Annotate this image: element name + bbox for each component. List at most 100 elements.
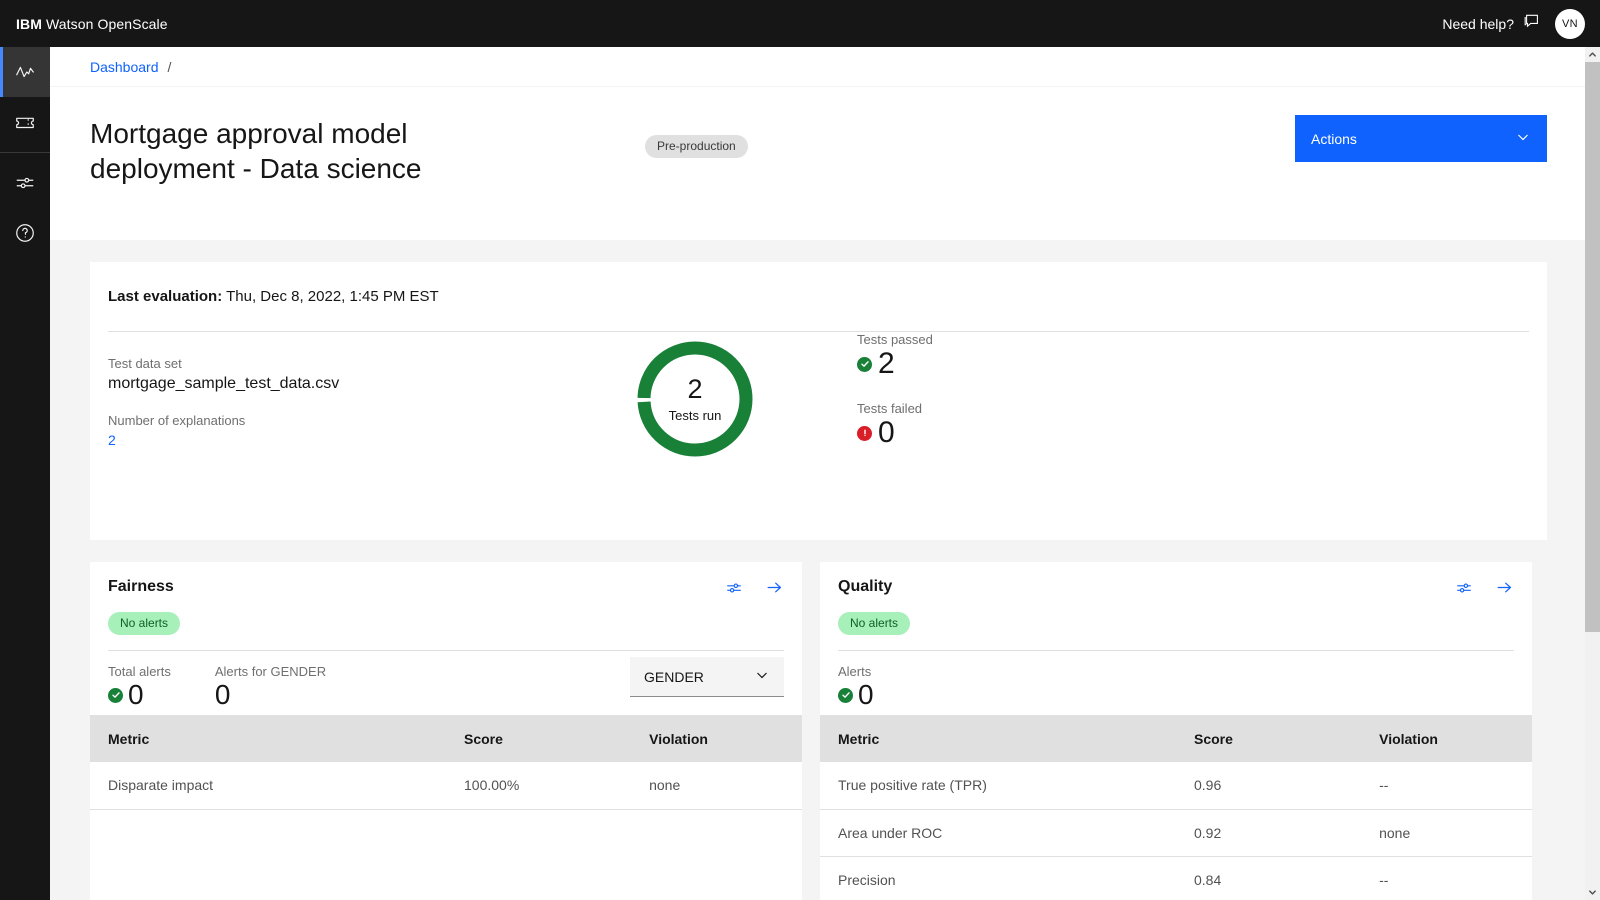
summary-body: Test data set mortgage_sample_test_data.… xyxy=(90,332,1547,470)
quality-stats: Alerts 0 xyxy=(820,651,1532,715)
scroll-up-button[interactable] xyxy=(1585,47,1600,62)
fairness-attribute-alerts-value: 0 xyxy=(214,679,231,710)
user-avatar[interactable]: VN xyxy=(1555,8,1585,39)
test-data-set-label: Test data set xyxy=(108,356,182,371)
tests-passed-label: Tests passed xyxy=(857,332,933,347)
sliders-icon xyxy=(725,579,743,600)
fairness-open-button[interactable] xyxy=(765,578,784,600)
tests-passed-value: 2 xyxy=(878,347,895,380)
sidebar-item-monitoring[interactable] xyxy=(0,47,50,97)
brand-ibm: IBM xyxy=(16,15,42,32)
page-title-bar: Mortgage approval model deployment - Dat… xyxy=(50,87,1585,240)
fairness-total-alerts: Total alerts 0 xyxy=(108,664,171,709)
tests-run-donut: 2 Tests run xyxy=(636,340,754,458)
scroll-down-button[interactable] xyxy=(1585,885,1600,900)
actions-button[interactable]: Actions xyxy=(1295,115,1547,162)
table-row[interactable]: True positive rate (TPR) 0.96 -- xyxy=(820,762,1532,810)
quality-card-title: Quality xyxy=(838,578,893,595)
fairness-attribute-select[interactable]: GENDER xyxy=(630,657,784,697)
tests-run-caption: Tests run xyxy=(668,407,722,423)
arrow-right-icon xyxy=(1495,578,1514,600)
cell-violation: -- xyxy=(1361,762,1532,810)
sliders-icon xyxy=(14,172,36,194)
breadcrumb-dashboard-link[interactable]: Dashboard xyxy=(90,59,159,75)
evaluation-summary-card: Last evaluation: Thu, Dec 8, 2022, 1:45 … xyxy=(90,262,1547,540)
arrow-right-icon xyxy=(765,578,784,600)
last-evaluation: Last evaluation: Thu, Dec 8, 2022, 1:45 … xyxy=(90,288,1547,305)
chevron-down-icon xyxy=(1515,129,1531,148)
quality-alerts-value: 0 xyxy=(858,679,874,710)
quality-card: Quality No alerts Alerts 0 Metric Score … xyxy=(820,562,1532,900)
quality-alert-pill: No alerts xyxy=(838,612,911,635)
fairness-attribute-alerts: Alerts for GENDER 0 xyxy=(215,664,326,709)
tests-failed-row: 0 xyxy=(857,418,933,448)
cell-metric: Area under ROC xyxy=(820,809,1176,857)
need-help-label: Need help? xyxy=(1442,15,1514,32)
avatar-initials: VN xyxy=(1562,17,1578,30)
sidebar-item-configuration[interactable] xyxy=(0,158,50,208)
scrollbar-thumb[interactable] xyxy=(1585,62,1600,632)
need-help-button[interactable]: Need help? xyxy=(1442,13,1541,34)
question-circle-icon xyxy=(14,222,36,244)
fairness-col-metric: Metric xyxy=(90,715,446,762)
fairness-stats: Total alerts 0 Alerts for GENDER 0 GENDE… xyxy=(90,651,802,715)
quality-card-actions xyxy=(1455,578,1514,600)
donut-center-text: 2 Tests run xyxy=(636,340,754,458)
fairness-total-alerts-row: 0 xyxy=(108,681,171,709)
fairness-col-violation: Violation xyxy=(631,715,802,762)
fairness-table: Metric Score Violation Disparate impact … xyxy=(90,715,802,810)
fairness-card-header: Fairness xyxy=(90,562,802,600)
quality-table-body: True positive rate (TPR) 0.96 -- Area un… xyxy=(820,762,1532,900)
quality-table-head: Metric Score Violation xyxy=(820,715,1532,762)
quality-header-row: Metric Score Violation xyxy=(820,715,1532,762)
table-row[interactable]: Disparate impact 100.00% none xyxy=(90,762,802,810)
fairness-configure-button[interactable] xyxy=(725,579,743,600)
sidebar-item-help[interactable] xyxy=(0,208,50,258)
fairness-card: Fairness No alerts Total alerts 0 Alerts… xyxy=(90,562,802,900)
explanations-link[interactable]: 2 xyxy=(108,432,116,448)
sidebar-item-tickets[interactable] xyxy=(0,97,50,147)
cell-score: 0.92 xyxy=(1176,809,1362,857)
quality-alerts-row: 0 xyxy=(838,681,874,709)
sliders-icon xyxy=(1455,579,1473,600)
fairness-card-title: Fairness xyxy=(108,578,174,595)
cell-violation: none xyxy=(631,762,802,810)
explanations-field: Number of explanations 2 xyxy=(108,413,638,450)
explanations-label: Number of explanations xyxy=(108,413,246,428)
fairness-table-head: Metric Score Violation xyxy=(90,715,802,762)
vertical-scrollbar[interactable] xyxy=(1585,47,1600,900)
breadcrumb: Dashboard / xyxy=(50,47,1585,87)
quality-open-button[interactable] xyxy=(1495,578,1514,600)
checkmark-icon xyxy=(857,356,872,372)
quality-col-metric: Metric xyxy=(820,715,1176,762)
checkmark-icon xyxy=(838,687,853,703)
quality-configure-button[interactable] xyxy=(1455,579,1473,600)
brand-product: Watson OpenScale xyxy=(41,15,168,32)
quality-table: Metric Score Violation True positive rat… xyxy=(820,715,1532,900)
tests-passed-block: Tests passed 2 xyxy=(857,332,933,379)
table-row[interactable]: Area under ROC 0.92 none xyxy=(820,809,1532,857)
fairness-table-empty-space xyxy=(90,809,802,872)
last-evaluation-value: Thu, Dec 8, 2022, 1:45 PM EST xyxy=(226,288,439,305)
table-row[interactable]: Precision 0.84 -- xyxy=(820,856,1532,900)
fairness-col-score: Score xyxy=(446,715,632,762)
quality-col-score: Score xyxy=(1176,715,1362,762)
tests-passed-row: 2 xyxy=(857,349,933,379)
quality-alerts: Alerts 0 xyxy=(838,664,874,709)
test-data-set-value: mortgage_sample_test_data.csv xyxy=(108,375,340,392)
chevron-down-icon xyxy=(1589,890,1596,895)
cell-score: 100.00% xyxy=(446,762,632,810)
fairness-card-actions xyxy=(725,578,784,600)
chat-bubble-icon xyxy=(1523,13,1541,34)
tests-run-value: 2 xyxy=(687,373,703,404)
fairness-header-row: Metric Score Violation xyxy=(90,715,802,762)
actions-button-label: Actions xyxy=(1311,130,1357,147)
quality-card-header: Quality xyxy=(820,562,1532,600)
environment-tag: Pre-production xyxy=(645,135,748,158)
cell-violation: -- xyxy=(1361,856,1532,900)
quality-col-violation: Violation xyxy=(1361,715,1532,762)
app-header: IBM Watson OpenScale Need help? VN xyxy=(0,0,1600,47)
header-actions: Need help? VN xyxy=(1442,8,1600,39)
breadcrumb-separator: / xyxy=(167,58,172,75)
quality-alerts-label: Alerts xyxy=(838,664,872,679)
